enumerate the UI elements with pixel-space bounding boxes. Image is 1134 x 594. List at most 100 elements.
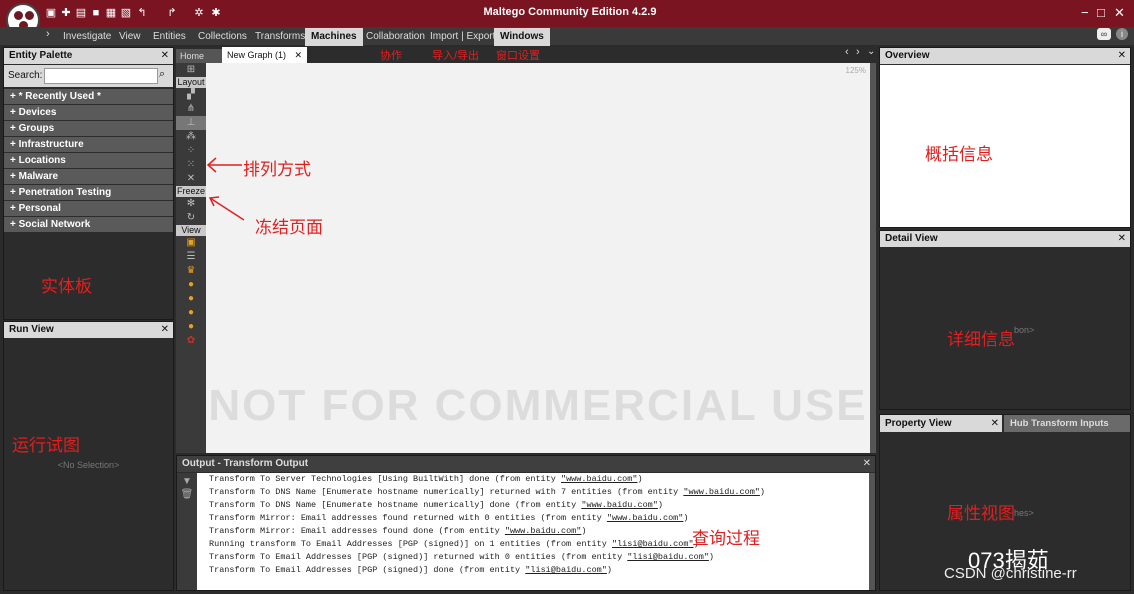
annotation-freeze-page: 冻结页面 [255, 218, 323, 237]
cluster-layout-icon[interactable]: ⁙ [176, 158, 206, 172]
palette-item-infrastructure[interactable]: + Infrastructure [4, 137, 173, 153]
annotation-property: 属性视图 [947, 504, 1015, 523]
menu-collections[interactable]: Collections [192, 28, 253, 46]
menu-view[interactable]: View [113, 28, 147, 46]
tab-property-view[interactable]: Property View ✕ [880, 415, 1002, 432]
copy-icon[interactable]: ▦ [105, 7, 117, 19]
diverse-icon[interactable]: ● [176, 306, 206, 320]
new-graph-icon[interactable]: ▣ [45, 7, 57, 19]
settings-icon[interactable]: ✲ [193, 7, 205, 19]
minimize-button[interactable]: − [1081, 5, 1089, 20]
chevron-down-icon[interactable]: ⌄ [867, 46, 875, 57]
redo-icon[interactable]: ↱ [166, 7, 178, 19]
graph-canvas[interactable]: 125% NOT FOR COMMERCIAL USE [206, 63, 870, 453]
palette-item-malware[interactable]: + Malware [4, 169, 173, 185]
circular-layout-icon[interactable]: ⁘ [176, 144, 206, 158]
menu-transforms[interactable]: Transforms [249, 28, 311, 46]
close-icon[interactable]: ✕ [161, 48, 169, 64]
palette-list: + * Recently Used * + Devices + Groups +… [4, 89, 173, 233]
panel-title: Detail View [885, 233, 938, 244]
search-input[interactable] [44, 68, 158, 84]
undo-icon[interactable]: ↰ [136, 7, 148, 19]
log-line: Transform Mirror: Email addresses found … [209, 526, 587, 536]
menu-collaboration[interactable]: Collaboration [360, 28, 431, 46]
palette-item-groups[interactable]: + Groups [4, 121, 173, 137]
layout-label: Layout [176, 77, 206, 88]
link-icon[interactable]: ∞ [1097, 28, 1111, 40]
ball-size-links-icon[interactable]: ● [176, 292, 206, 306]
fit-icon[interactable]: ⊞ [176, 63, 206, 77]
search-bar: Search: ⌕ [4, 65, 173, 87]
tab-home[interactable]: Home [176, 49, 224, 63]
palette-item-social-network[interactable]: + Social Network [4, 217, 173, 233]
similar-icon[interactable]: ● [176, 320, 206, 334]
palette-item-penetration-testing[interactable]: + Penetration Testing [4, 185, 173, 201]
panel-title: Overview [885, 50, 930, 61]
annotation-run-view: 运行试图 [12, 436, 80, 455]
close-icon[interactable]: ✕ [863, 456, 871, 472]
overview-canvas[interactable] [880, 65, 1130, 227]
detail-view-header: Detail View ✕ [880, 231, 1130, 247]
canvas-scrollbar[interactable] [870, 63, 876, 453]
overview-panel: Overview ✕ [879, 47, 1131, 228]
save-all-icon[interactable]: ▧ [120, 7, 132, 19]
ball-size-outgoing-icon[interactable]: ● [176, 278, 206, 292]
menu-entities[interactable]: Entities [147, 28, 192, 46]
menu-import-export[interactable]: Import | Export [424, 28, 501, 46]
panel-title: Run View [9, 324, 54, 335]
main-view-icon[interactable]: ▣ [176, 236, 206, 250]
menu-investigate[interactable]: Investigate [57, 28, 117, 46]
close-icon[interactable]: ✕ [991, 415, 999, 432]
ball-size-incoming-icon[interactable]: ♛ [176, 264, 206, 278]
palette-item-recently-used[interactable]: + * Recently Used * [4, 89, 173, 105]
output-header: Output - Transform Output ✕ [177, 456, 875, 472]
palette-item-devices[interactable]: + Devices [4, 105, 173, 121]
run-view-panel: Run View ✕ <No Selection> [3, 321, 174, 591]
refresh-icon[interactable]: ↻ [176, 211, 206, 225]
tab-hub-transform-inputs[interactable]: Hub Transform Inputs [1004, 415, 1130, 432]
panel-title: Output - Transform Output [182, 458, 309, 469]
annotation-layout-mode: 排列方式 [243, 160, 311, 179]
open-icon[interactable]: ▤ [75, 7, 87, 19]
close-icon[interactable]: ✕ [295, 50, 303, 60]
log-line: Transform To Email Addresses [PGP (signe… [209, 552, 715, 562]
filter-icon[interactable]: ▼ [177, 476, 197, 487]
chevron-right-icon[interactable]: › [856, 46, 860, 58]
tab-label: New Graph (1) [227, 50, 287, 60]
palette-item-personal[interactable]: + Personal [4, 201, 173, 217]
chevron-left-icon[interactable]: ‹ [845, 46, 849, 58]
menu-machines[interactable]: Machines [305, 28, 363, 46]
hierarchical-layout-icon[interactable]: ⋔ [176, 102, 206, 116]
close-icon[interactable]: ✕ [161, 322, 169, 338]
graph-toolbar: ⊞ Layout ▞ ⋔ ⊥ ⁂ ⁘ ⁙ ✕ Freeze ✻ ↻ View ▣… [176, 63, 206, 453]
trash-icon[interactable]: 🗑 [177, 489, 197, 500]
close-icon[interactable]: ✕ [1118, 231, 1126, 247]
freeze-icon[interactable]: ✻ [176, 197, 206, 211]
menu-windows[interactable]: Windows [494, 28, 550, 46]
close-icon[interactable]: ✕ [1118, 48, 1126, 64]
maximize-button[interactable]: □ [1097, 5, 1105, 20]
detail-view-panel: Detail View ✕ bon> [879, 230, 1131, 410]
block-layout-icon[interactable]: ▞ [176, 88, 206, 102]
info-icon[interactable]: i [1116, 28, 1128, 40]
entity-list-icon[interactable]: ☰ [176, 250, 206, 264]
log-line: Transform To DNS Name [Enumerate hostnam… [209, 500, 663, 510]
gear-icon[interactable]: ✱ [210, 7, 222, 19]
search-icon[interactable]: ⌕ [159, 68, 165, 81]
interactive-layout-icon[interactable]: ✕ [176, 172, 206, 186]
log-line: Transform To Email Addresses [PGP (signe… [209, 565, 612, 575]
chevron-right-icon[interactable]: › [46, 28, 50, 40]
save-icon[interactable]: ■ [90, 7, 102, 19]
organic-layout-icon[interactable]: ⁂ [176, 130, 206, 144]
log-line: Running transform To Email Addresses [PG… [209, 539, 699, 549]
output-scrollbar[interactable] [869, 473, 875, 590]
close-button[interactable]: ✕ [1114, 5, 1125, 21]
palette-item-locations[interactable]: + Locations [4, 153, 173, 169]
tab-new-graph[interactable]: New Graph (1) ✕ [222, 47, 307, 63]
tree-layout-icon[interactable]: ⊥ [176, 116, 206, 130]
add-entity-icon[interactable]: ✚ [60, 7, 72, 19]
annotation-arrows [206, 157, 244, 221]
ranking-icon[interactable]: ✿ [176, 334, 206, 348]
log-line: Transform To Server Technologies [Using … [209, 474, 643, 484]
annotation-entity-board: 实体板 [41, 277, 92, 296]
